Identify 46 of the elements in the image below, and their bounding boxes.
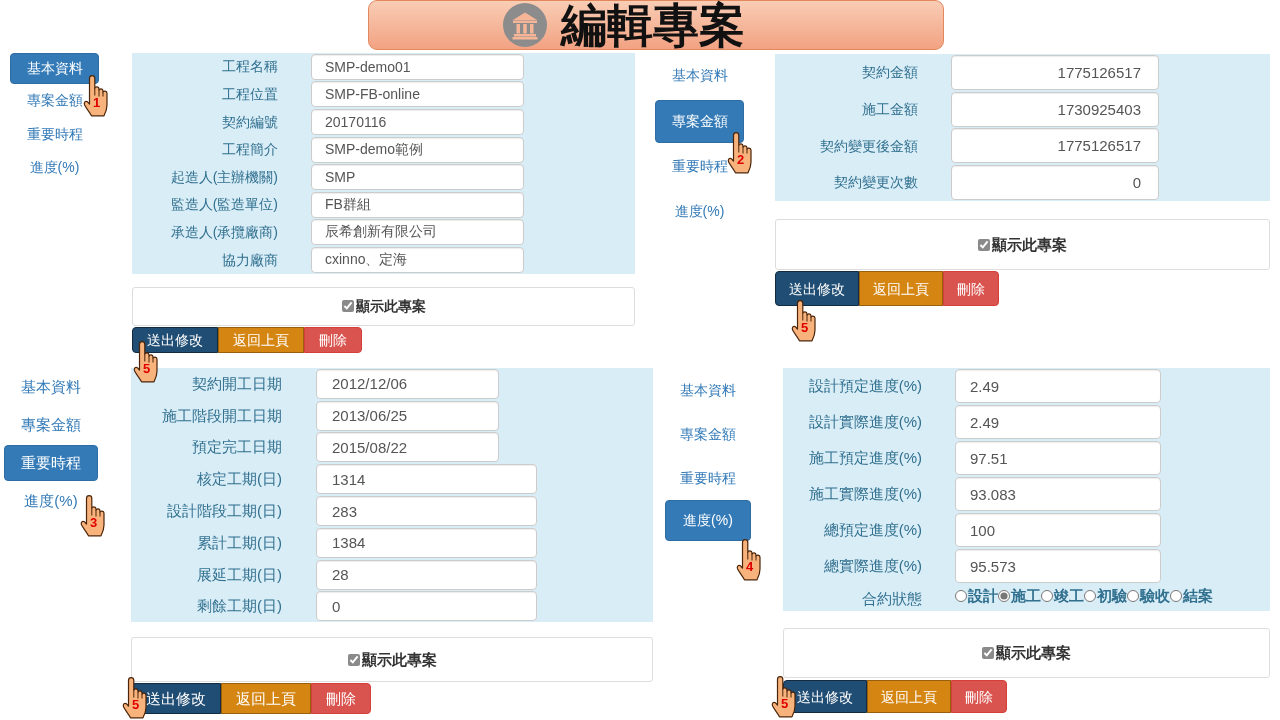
checkbox-label: 顯示此專案 <box>996 644 1071 662</box>
field-label: 施工實際進度(%) <box>808 485 922 503</box>
field-label: 核定工期(日) <box>197 470 282 489</box>
field-label: 總預定進度(%) <box>823 521 922 539</box>
field-label: 協力廠商 <box>222 251 278 269</box>
step-number: 5 <box>143 361 151 376</box>
field-label: 合約狀態 <box>862 590 922 608</box>
field-label: 總實際進度(%) <box>823 557 922 575</box>
checkbox-label: 顯示此專案 <box>992 235 1067 254</box>
step-number: 5 <box>801 321 809 336</box>
field-label: 工程名稱 <box>222 58 278 76</box>
radio-label: 設計 <box>968 587 998 605</box>
page-title: 編輯專案 <box>561 2 745 48</box>
field-label: 施工金額 <box>862 100 918 118</box>
field-label: 施工預定進度(%) <box>808 449 922 467</box>
field-label: 展延工期(日) <box>197 565 282 584</box>
step-number: 5 <box>132 698 140 713</box>
field-label: 契約開工日期 <box>192 374 282 393</box>
field-label: 工程位置 <box>222 86 278 103</box>
field-label: 起造人(主辦機關) <box>170 168 278 186</box>
field-label: 設計實際進度(%) <box>808 413 922 431</box>
field-label: 工程簡介 <box>222 141 278 158</box>
step-number: 4 <box>746 560 754 574</box>
checkbox-label: 顯示此專案 <box>361 650 437 669</box>
field-label: 契約變更次數 <box>834 174 918 192</box>
field-label: 剩餘工期(日) <box>197 597 282 616</box>
radio-label: 初驗 <box>1097 587 1127 605</box>
radio-label: 驗收 <box>1140 587 1170 605</box>
field-label: 承造人(承攬廠商) <box>170 223 278 241</box>
radio-label: 施工 <box>1011 587 1041 605</box>
field-label: 預定完工日期 <box>192 438 282 457</box>
field-label: 累計工期(日) <box>197 533 282 552</box>
field-label: 設計階段工期(日) <box>167 502 282 521</box>
step-number: 1 <box>93 96 101 110</box>
field-label: 契約金額 <box>862 64 918 81</box>
field-label: 監造人(監造單位) <box>170 196 278 214</box>
field-label: 設計預定進度(%) <box>808 377 922 395</box>
field-label: 契約編號 <box>222 113 278 131</box>
checkbox-label: 顯示此專案 <box>355 297 426 315</box>
field-label: 契約變更後金額 <box>820 137 918 155</box>
radio-label: 竣工 <box>1054 587 1084 605</box>
field-label: 施工階段開工日期 <box>162 406 282 425</box>
step-number: 3 <box>90 516 98 530</box>
step-number: 5 <box>781 697 789 711</box>
step-number: 2 <box>737 152 745 167</box>
radio-label: 結案 <box>1183 587 1213 605</box>
